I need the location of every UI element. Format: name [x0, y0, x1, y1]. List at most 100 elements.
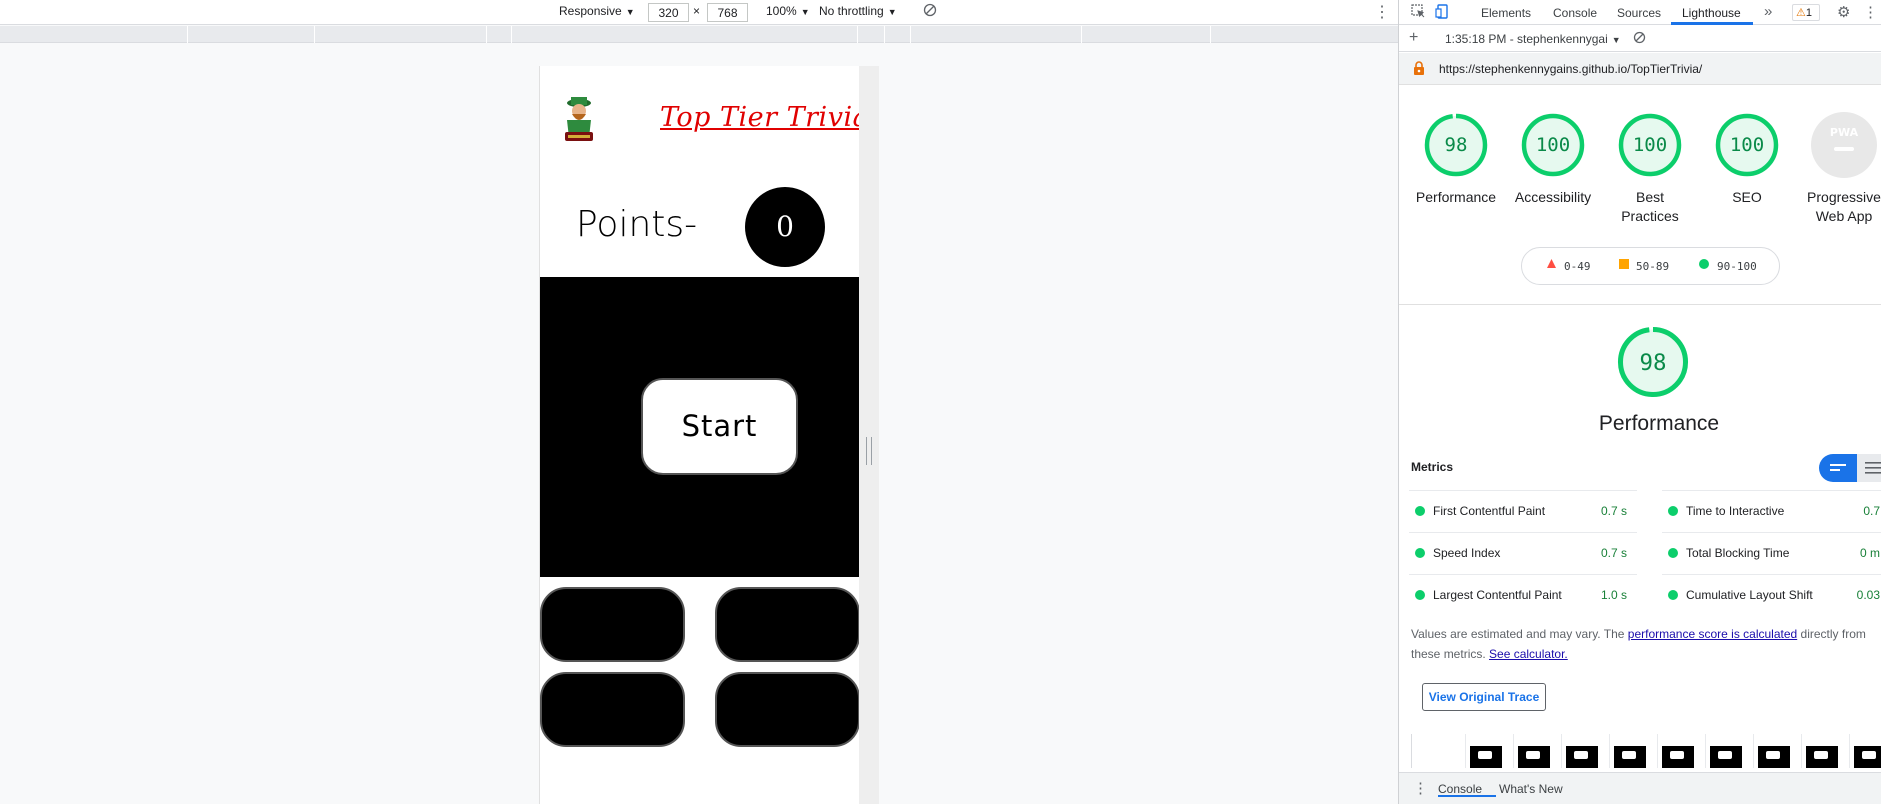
gauge-pwa[interactable]: PWA — [1811, 112, 1877, 178]
metric-value: 0.7 s — [1600, 504, 1627, 518]
settings-gear-icon[interactable]: ⚙ — [1837, 3, 1850, 21]
metric-largest-contentful-paint: Largest Contentful Paint 1.0 s — [1409, 574, 1637, 616]
metric-value: 0.03 — [1856, 588, 1880, 602]
devtools-panel: Elements Console Sources Lighthouse » ⚠1… — [1398, 0, 1881, 804]
media-query-marker — [486, 26, 487, 43]
metric-time-to-interactive: Time to Interactive 0.7 — [1662, 490, 1881, 532]
report-selector[interactable]: 1:35:18 PM - stephenkennygai ▼ — [1445, 32, 1621, 46]
filmstrip-frame — [1657, 734, 1697, 768]
tab-sources[interactable]: Sources — [1617, 6, 1661, 20]
legend-average: 50-89 — [1636, 260, 1670, 273]
points-counter: 0 — [745, 187, 825, 267]
metric-cumulative-layout-shift: Cumulative Layout Shift 0.03 — [1662, 574, 1881, 616]
gauge-accessibility[interactable]: 100 — [1520, 112, 1586, 178]
gauge-pwa-label: Progressive Web App — [1807, 189, 1881, 224]
device-toggle-icon[interactable] — [1435, 4, 1450, 22]
width-input[interactable]: 320 — [648, 3, 689, 22]
inspect-element-icon[interactable] — [1411, 4, 1426, 22]
fail-triangle-icon — [1546, 258, 1557, 272]
throttling-select[interactable]: No throttling ▼ — [819, 4, 897, 18]
report-selector-label: 1:35:18 PM - stephenkennygai — [1445, 32, 1608, 46]
chevron-down-icon: ▼ — [887, 7, 897, 17]
answer-button-1[interactable] — [540, 587, 685, 662]
drawer-tab-console[interactable]: Console — [1438, 782, 1482, 796]
points-label: Points- — [576, 204, 698, 245]
zoom-select[interactable]: 100% ▼ — [766, 4, 810, 18]
viewport-right-gutter — [859, 66, 879, 804]
lines-icon — [1830, 464, 1846, 471]
see-calculator-link[interactable]: See calculator. — [1489, 647, 1568, 661]
device-toolbar: Responsive ▼ 320 × 768 100% ▼ No throttlin… — [0, 0, 1398, 25]
chevron-down-icon: ▼ — [1611, 35, 1621, 45]
media-query-marker — [1210, 26, 1211, 43]
site-title-link[interactable]: Top Tier Trivia — [660, 102, 859, 133]
score-calculated-link[interactable]: performance score is calculated — [1628, 627, 1797, 641]
more-options-icon[interactable]: ⋮ — [1374, 2, 1390, 22]
start-button[interactable]: Start — [641, 378, 798, 475]
compact-view-button[interactable] — [1857, 454, 1881, 482]
pass-circle-icon — [1668, 590, 1678, 600]
gauge-performance-large: 98 — [1617, 326, 1689, 398]
gauge-best-practices-label: Best Practices — [1621, 189, 1679, 224]
gauge-seo-score: 100 — [1730, 134, 1764, 156]
metric-name: Total Blocking Time — [1686, 546, 1790, 560]
device-label: Responsive — [559, 4, 622, 18]
gauge-seo[interactable]: 100 — [1714, 112, 1780, 178]
list-icon — [1865, 462, 1881, 474]
metric-name: First Contentful Paint — [1433, 504, 1546, 518]
device-viewport: Top Tier Trivia Points- 0 Start — [539, 66, 859, 804]
lighthouse-toolbar: + 1:35:18 PM - stephenkennygai ▼ — [1399, 26, 1881, 52]
audited-url[interactable]: https://stephenkennygains.github.io/TopT… — [1439, 62, 1702, 76]
site-logo — [559, 96, 599, 144]
metric-value: 0.7 s — [1600, 546, 1627, 560]
pwa-badge-icon: PWA — [1830, 126, 1859, 139]
height-input[interactable]: 768 — [707, 3, 748, 22]
metric-value: 1.0 s — [1600, 588, 1627, 602]
audited-url-bar: https://stephenkennygains.github.io/TopT… — [1399, 53, 1881, 85]
rotate-icon[interactable] — [923, 3, 937, 20]
gauge-performance-label: Performance — [1415, 189, 1497, 205]
active-tab-indicator — [1671, 22, 1753, 25]
gauge-accessibility-label: Accessibility — [1514, 189, 1592, 205]
tab-console[interactable]: Console — [1553, 6, 1597, 20]
resize-handle[interactable] — [866, 437, 872, 465]
filmstrip-frame — [1801, 734, 1841, 768]
clear-reports-icon[interactable] — [1633, 31, 1646, 47]
view-original-trace-button[interactable]: View Original Trace — [1422, 683, 1546, 711]
chevron-down-icon: ▼ — [625, 7, 635, 17]
gauge-accessibility-score: 100 — [1536, 134, 1570, 156]
warning-badge[interactable]: ⚠1 — [1792, 4, 1820, 21]
filmstrip — [1411, 734, 1881, 768]
zoom-label: 100% — [766, 4, 797, 18]
answer-button-2[interactable] — [715, 587, 859, 662]
warning-icon: ⚠ — [1796, 7, 1806, 19]
more-tabs-icon[interactable]: » — [1764, 3, 1772, 20]
average-square-icon — [1619, 259, 1629, 272]
warning-count: 1 — [1805, 7, 1812, 19]
gauge-performance-large-score: 98 — [1640, 350, 1667, 376]
metrics-view-toggle[interactable] — [1819, 454, 1881, 482]
chevron-down-icon: ▼ — [800, 7, 810, 17]
drawer-menu-icon[interactable]: ⋮ — [1413, 779, 1428, 797]
gauge-performance[interactable]: 98 — [1423, 112, 1489, 178]
new-report-plus-icon[interactable]: + — [1409, 29, 1418, 47]
tab-lighthouse[interactable]: Lighthouse — [1682, 6, 1741, 20]
answer-button-3[interactable] — [540, 672, 685, 747]
metric-name: Largest Contentful Paint — [1433, 588, 1562, 602]
lock-icon — [1413, 61, 1425, 79]
metrics-heading: Metrics — [1411, 460, 1454, 474]
device-select[interactable]: Responsive ▼ — [559, 4, 635, 18]
gauge-best-practices-score: 100 — [1633, 134, 1667, 156]
drawer-tab-whats-new[interactable]: What's New — [1499, 782, 1563, 796]
pass-circle-icon — [1415, 506, 1425, 516]
answer-button-4[interactable] — [715, 672, 859, 747]
gauge-performance-score: 98 — [1445, 134, 1468, 156]
expanded-view-button[interactable] — [1819, 454, 1857, 482]
gauge-best-practices[interactable]: 100 — [1617, 112, 1683, 178]
more-options-icon[interactable]: ⋮ — [1863, 3, 1878, 21]
metric-first-contentful-paint: First Contentful Paint 0.7 s — [1409, 490, 1637, 532]
devtools-tab-bar: Elements Console Sources Lighthouse » ⚠1… — [1399, 0, 1881, 25]
tab-elements[interactable]: Elements — [1481, 6, 1531, 20]
legend-fail: 0-49 — [1564, 260, 1591, 273]
throttling-label: No throttling — [819, 4, 884, 18]
